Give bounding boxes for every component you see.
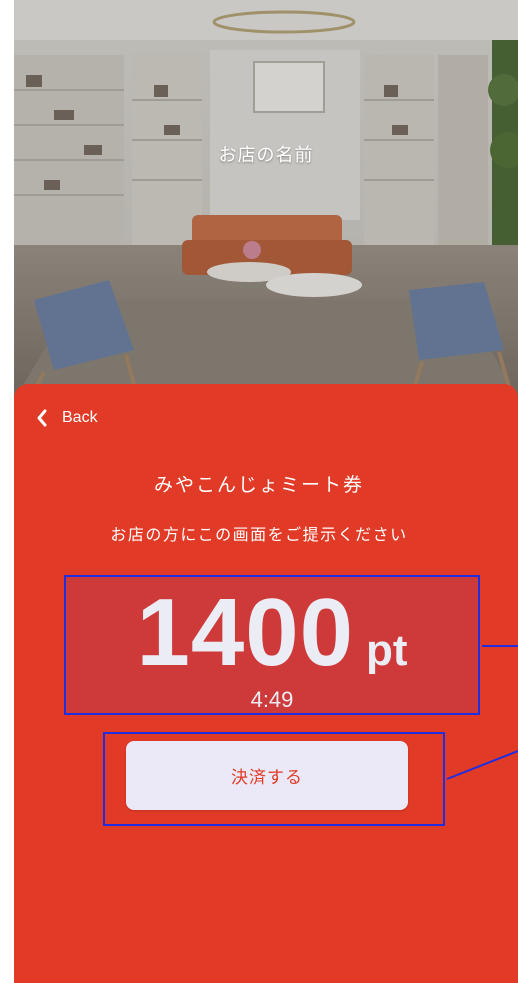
coupon-instruction: お店の方にこの画面をご提示ください [110, 525, 408, 544]
points-display: 1400 pt 4:49 [64, 575, 480, 715]
points-value: 1400 [136, 579, 355, 686]
store-name: お店の名前 [218, 145, 314, 166]
coupon-title: みやこんじょミート券 [153, 474, 364, 496]
chevron-left-icon [37, 409, 47, 427]
countdown-timer: 4:49 [250, 687, 294, 712]
points-unit: pt [366, 626, 408, 675]
store-photo: お店の名前 [14, 0, 518, 400]
back-button[interactable]: Back [36, 406, 98, 430]
points-amount: 1400 pt [66, 585, 478, 681]
pay-button[interactable]: 決済する [126, 741, 408, 810]
back-label: Back [62, 409, 98, 426]
